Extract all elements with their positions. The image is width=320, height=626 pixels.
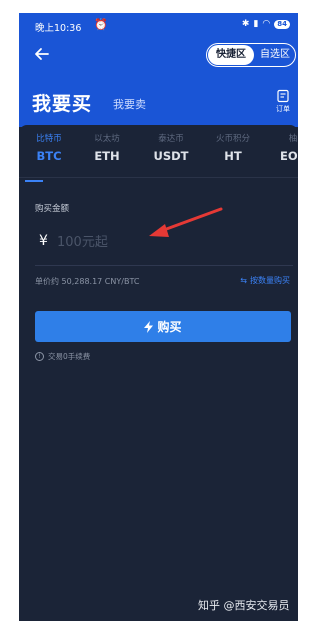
tab-btc[interactable]: 比特币 BTC (19, 133, 79, 163)
info-icon: ! (35, 352, 44, 361)
tab-code-label: BTC (36, 149, 62, 163)
mode-custom-tab[interactable]: 自选区 (255, 44, 295, 66)
currency-symbol: ¥ (39, 233, 48, 249)
watermark: 知乎 @西安交易员 (198, 599, 290, 612)
alarm-icon: ⏰ (94, 18, 108, 31)
mode-switch: 快捷区 自选区 (206, 43, 296, 67)
buy-button-label: 购买 (157, 320, 182, 334)
tab-sub-label: 泰达币 (158, 134, 184, 144)
signal-icon: ▮ (253, 19, 259, 29)
buy-by-quantity-link[interactable]: ⇆ 按数量购买 (240, 275, 290, 286)
lightning-icon (144, 320, 154, 333)
tab-code-label: EOS (280, 149, 298, 163)
input-divider (35, 265, 293, 266)
tab-sub-label: 以太坊 (94, 134, 120, 144)
tab-sub-label: 比特币 (36, 134, 62, 144)
active-tab-indicator (25, 180, 43, 182)
buy-by-quantity-label: 按数量购买 (250, 276, 290, 285)
coin-tabs: 比特币 BTC 以太坊 ETH 泰达币 USDT 火币积分 HT 柚 EOS (19, 133, 298, 182)
phone-screen: 晚上10:36 ⏰ ✱ ▮ ◠ 84 快捷区 自选区 我要买 我要卖 订单 比特… (19, 13, 298, 621)
mode-quick-tab[interactable]: 快捷区 (208, 45, 254, 65)
header: 晚上10:36 ⏰ ✱ ▮ ◠ 84 快捷区 自选区 我要买 我要卖 订单 (19, 13, 298, 127)
orders-icon (277, 89, 289, 103)
unit-price: 单价约 50,288.17 CNY/BTC (35, 277, 140, 286)
tab-sub-label: 火币积分 (215, 134, 250, 144)
status-icons: ✱ ▮ ◠ 84 (242, 19, 290, 29)
tabs-divider (19, 177, 298, 178)
tab-eth[interactable]: 以太坊 ETH (77, 133, 137, 163)
fee-note-text: 交易0手续费 (48, 352, 91, 361)
orders-label: 订单 (276, 105, 290, 113)
red-arrow-annotation (149, 207, 223, 237)
battery-icon: 84 (274, 19, 290, 29)
status-bar: 晚上10:36 ⏰ ✱ ▮ ◠ 84 (19, 13, 298, 39)
tab-code-label: HT (224, 149, 242, 163)
tab-sub-label: 柚 (288, 134, 298, 144)
tab-code-label: ETH (94, 149, 120, 163)
tab-usdt[interactable]: 泰达币 USDT (141, 133, 201, 163)
trade-panel: 比特币 BTC 以太坊 ETH 泰达币 USDT 火币积分 HT 柚 EOS 购… (19, 125, 298, 621)
tab-eos[interactable]: 柚 EOS (263, 133, 298, 163)
buy-title-tab[interactable]: 我要买 (32, 89, 92, 116)
amount-label: 购买金额 (35, 204, 70, 214)
wifi-icon: ◠ (262, 19, 271, 29)
buy-button[interactable]: 购买 (35, 311, 291, 342)
tab-code-label: USDT (153, 149, 189, 163)
tab-ht[interactable]: 火币积分 HT (203, 133, 263, 163)
fee-note: ! 交易0手续费 (35, 351, 90, 362)
bluetooth-icon: ✱ (241, 19, 250, 29)
swap-icon: ⇆ (240, 276, 247, 285)
sell-title-tab[interactable]: 我要卖 (113, 96, 146, 112)
arrow-left-icon[interactable] (33, 45, 51, 63)
status-time: 晚上10:36 (35, 23, 82, 34)
orders-button[interactable]: 订单 (272, 89, 294, 114)
